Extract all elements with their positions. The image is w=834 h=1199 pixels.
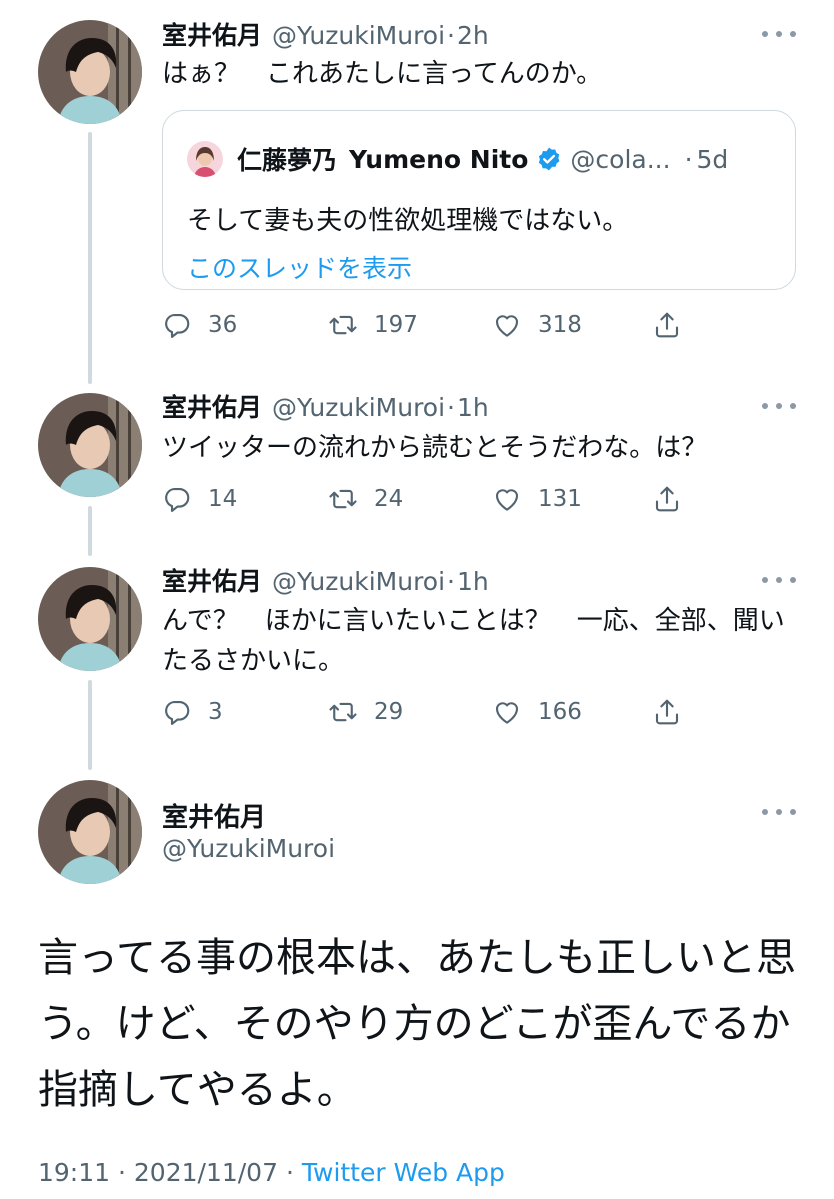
- more-icon[interactable]: [762, 396, 796, 416]
- reply-count: 14: [208, 486, 238, 512]
- tweet-time[interactable]: 2h: [457, 21, 489, 50]
- like-button[interactable]: 166: [492, 692, 582, 732]
- tweet-meta: 19:11 · 2021/11/07 · Twitter Web App: [38, 1158, 505, 1187]
- thread-line: [88, 132, 92, 384]
- tweet-header: 室井佑月 @YuzukiMuroi · 1h: [162, 388, 489, 428]
- like-icon: [492, 310, 522, 340]
- share-icon: [652, 484, 682, 514]
- reply-count: 36: [208, 312, 238, 338]
- user-handle[interactable]: @YuzukiMuroi: [272, 393, 445, 422]
- quote-avatar: [187, 141, 223, 177]
- tweet-text: 言ってる事の根本は、あたしも正しいと思う。けど、そのやり方のどこが歪んでるか指摘…: [38, 935, 796, 1113]
- quote-user-name: 仁藤夢乃: [237, 146, 338, 175]
- retweet-button[interactable]: 24: [328, 479, 403, 519]
- like-icon: [492, 697, 522, 727]
- user-name[interactable]: 室井佑月: [162, 16, 262, 52]
- user-handle[interactable]: @YuzukiMuroi: [162, 834, 335, 863]
- separator: ·: [118, 1158, 126, 1187]
- reply-icon: [162, 310, 192, 340]
- thread-line: [88, 506, 92, 556]
- tweet-actions: 14 24 131: [162, 479, 702, 519]
- retweet-button[interactable]: 197: [328, 305, 418, 345]
- share-icon: [652, 697, 682, 727]
- share-icon: [652, 310, 682, 340]
- tweet-date[interactable]: 2021/11/07: [134, 1158, 278, 1187]
- like-button[interactable]: 318: [492, 305, 582, 345]
- tweet-header: 室井佑月 @YuzukiMuroi · 2h: [162, 16, 489, 56]
- like-count: 131: [538, 486, 582, 512]
- user-name[interactable]: 室井佑月: [162, 388, 262, 424]
- like-button[interactable]: 131: [492, 479, 582, 519]
- avatar[interactable]: [38, 780, 142, 884]
- more-icon[interactable]: [762, 570, 796, 590]
- separator: ·: [447, 567, 455, 596]
- reply-icon: [162, 697, 192, 727]
- separator: ·: [684, 144, 693, 174]
- user-handle[interactable]: @YuzukiMuroi: [272, 21, 445, 50]
- avatar[interactable]: [38, 567, 142, 671]
- reply-button[interactable]: 14: [162, 479, 237, 519]
- retweet-icon: [328, 697, 358, 727]
- verified-badge-icon: [539, 147, 560, 171]
- thread-line: [88, 680, 92, 770]
- tweet-time[interactable]: 1h: [457, 567, 489, 596]
- share-button[interactable]: [652, 479, 682, 519]
- user-handle[interactable]: @YuzukiMuroi: [272, 567, 445, 596]
- tweet-text: はぁ？ これあたしに言ってんのか。: [162, 59, 603, 89]
- quote-time: 5d: [696, 144, 729, 174]
- tweet-text: んで？ ほかに言いたいことは？ 一応、全部、聞いたるさかいに。: [162, 606, 785, 676]
- reply-button[interactable]: 3: [162, 692, 223, 732]
- quote-tweet[interactable]: 仁藤夢乃 Yumeno Nito @cola... · 5d そして妻も夫の性欲…: [162, 110, 796, 290]
- like-count: 166: [538, 699, 582, 725]
- more-icon[interactable]: [762, 802, 796, 822]
- avatar[interactable]: [38, 20, 142, 124]
- retweet-count: 29: [374, 699, 404, 725]
- tweet-text: ツイッターの流れから読むとそうだわな。は？: [162, 433, 708, 463]
- retweet-button[interactable]: 29: [328, 692, 403, 732]
- share-button[interactable]: [652, 692, 682, 732]
- more-icon[interactable]: [762, 24, 796, 44]
- tweet-header: 室井佑月 @YuzukiMuroi · 1h: [162, 562, 489, 602]
- share-button[interactable]: [652, 305, 682, 345]
- separator: ·: [447, 21, 455, 50]
- quote-text: そして妻も夫の性欲処理機ではない。: [187, 206, 629, 236]
- retweet-count: 24: [374, 486, 404, 512]
- reply-button[interactable]: 36: [162, 305, 237, 345]
- tweet-time[interactable]: 1h: [457, 393, 489, 422]
- avatar[interactable]: [38, 393, 142, 497]
- retweet-icon: [328, 484, 358, 514]
- quote-display-name: Yumeno Nito: [349, 144, 529, 174]
- quote-header: 仁藤夢乃 Yumeno Nito @cola... · 5d: [187, 139, 728, 179]
- retweet-count: 197: [374, 312, 418, 338]
- quote-user-handle: @cola...: [570, 144, 671, 174]
- like-count: 318: [538, 312, 582, 338]
- tweet-actions: 36 197 318: [162, 305, 702, 345]
- reply-icon: [162, 484, 192, 514]
- tweet-time[interactable]: 19:11: [38, 1158, 110, 1187]
- separator: ·: [447, 393, 455, 422]
- reply-count: 3: [208, 699, 223, 725]
- tweet-actions: 3 29 166: [162, 692, 702, 732]
- user-name[interactable]: 室井佑月: [162, 562, 262, 598]
- show-thread-link[interactable]: このスレッドを表示: [187, 249, 412, 285]
- source-app-link[interactable]: Twitter Web App: [302, 1158, 505, 1187]
- retweet-icon: [328, 310, 358, 340]
- like-icon: [492, 484, 522, 514]
- user-name[interactable]: 室井佑月: [162, 797, 266, 834]
- separator: ·: [285, 1158, 294, 1187]
